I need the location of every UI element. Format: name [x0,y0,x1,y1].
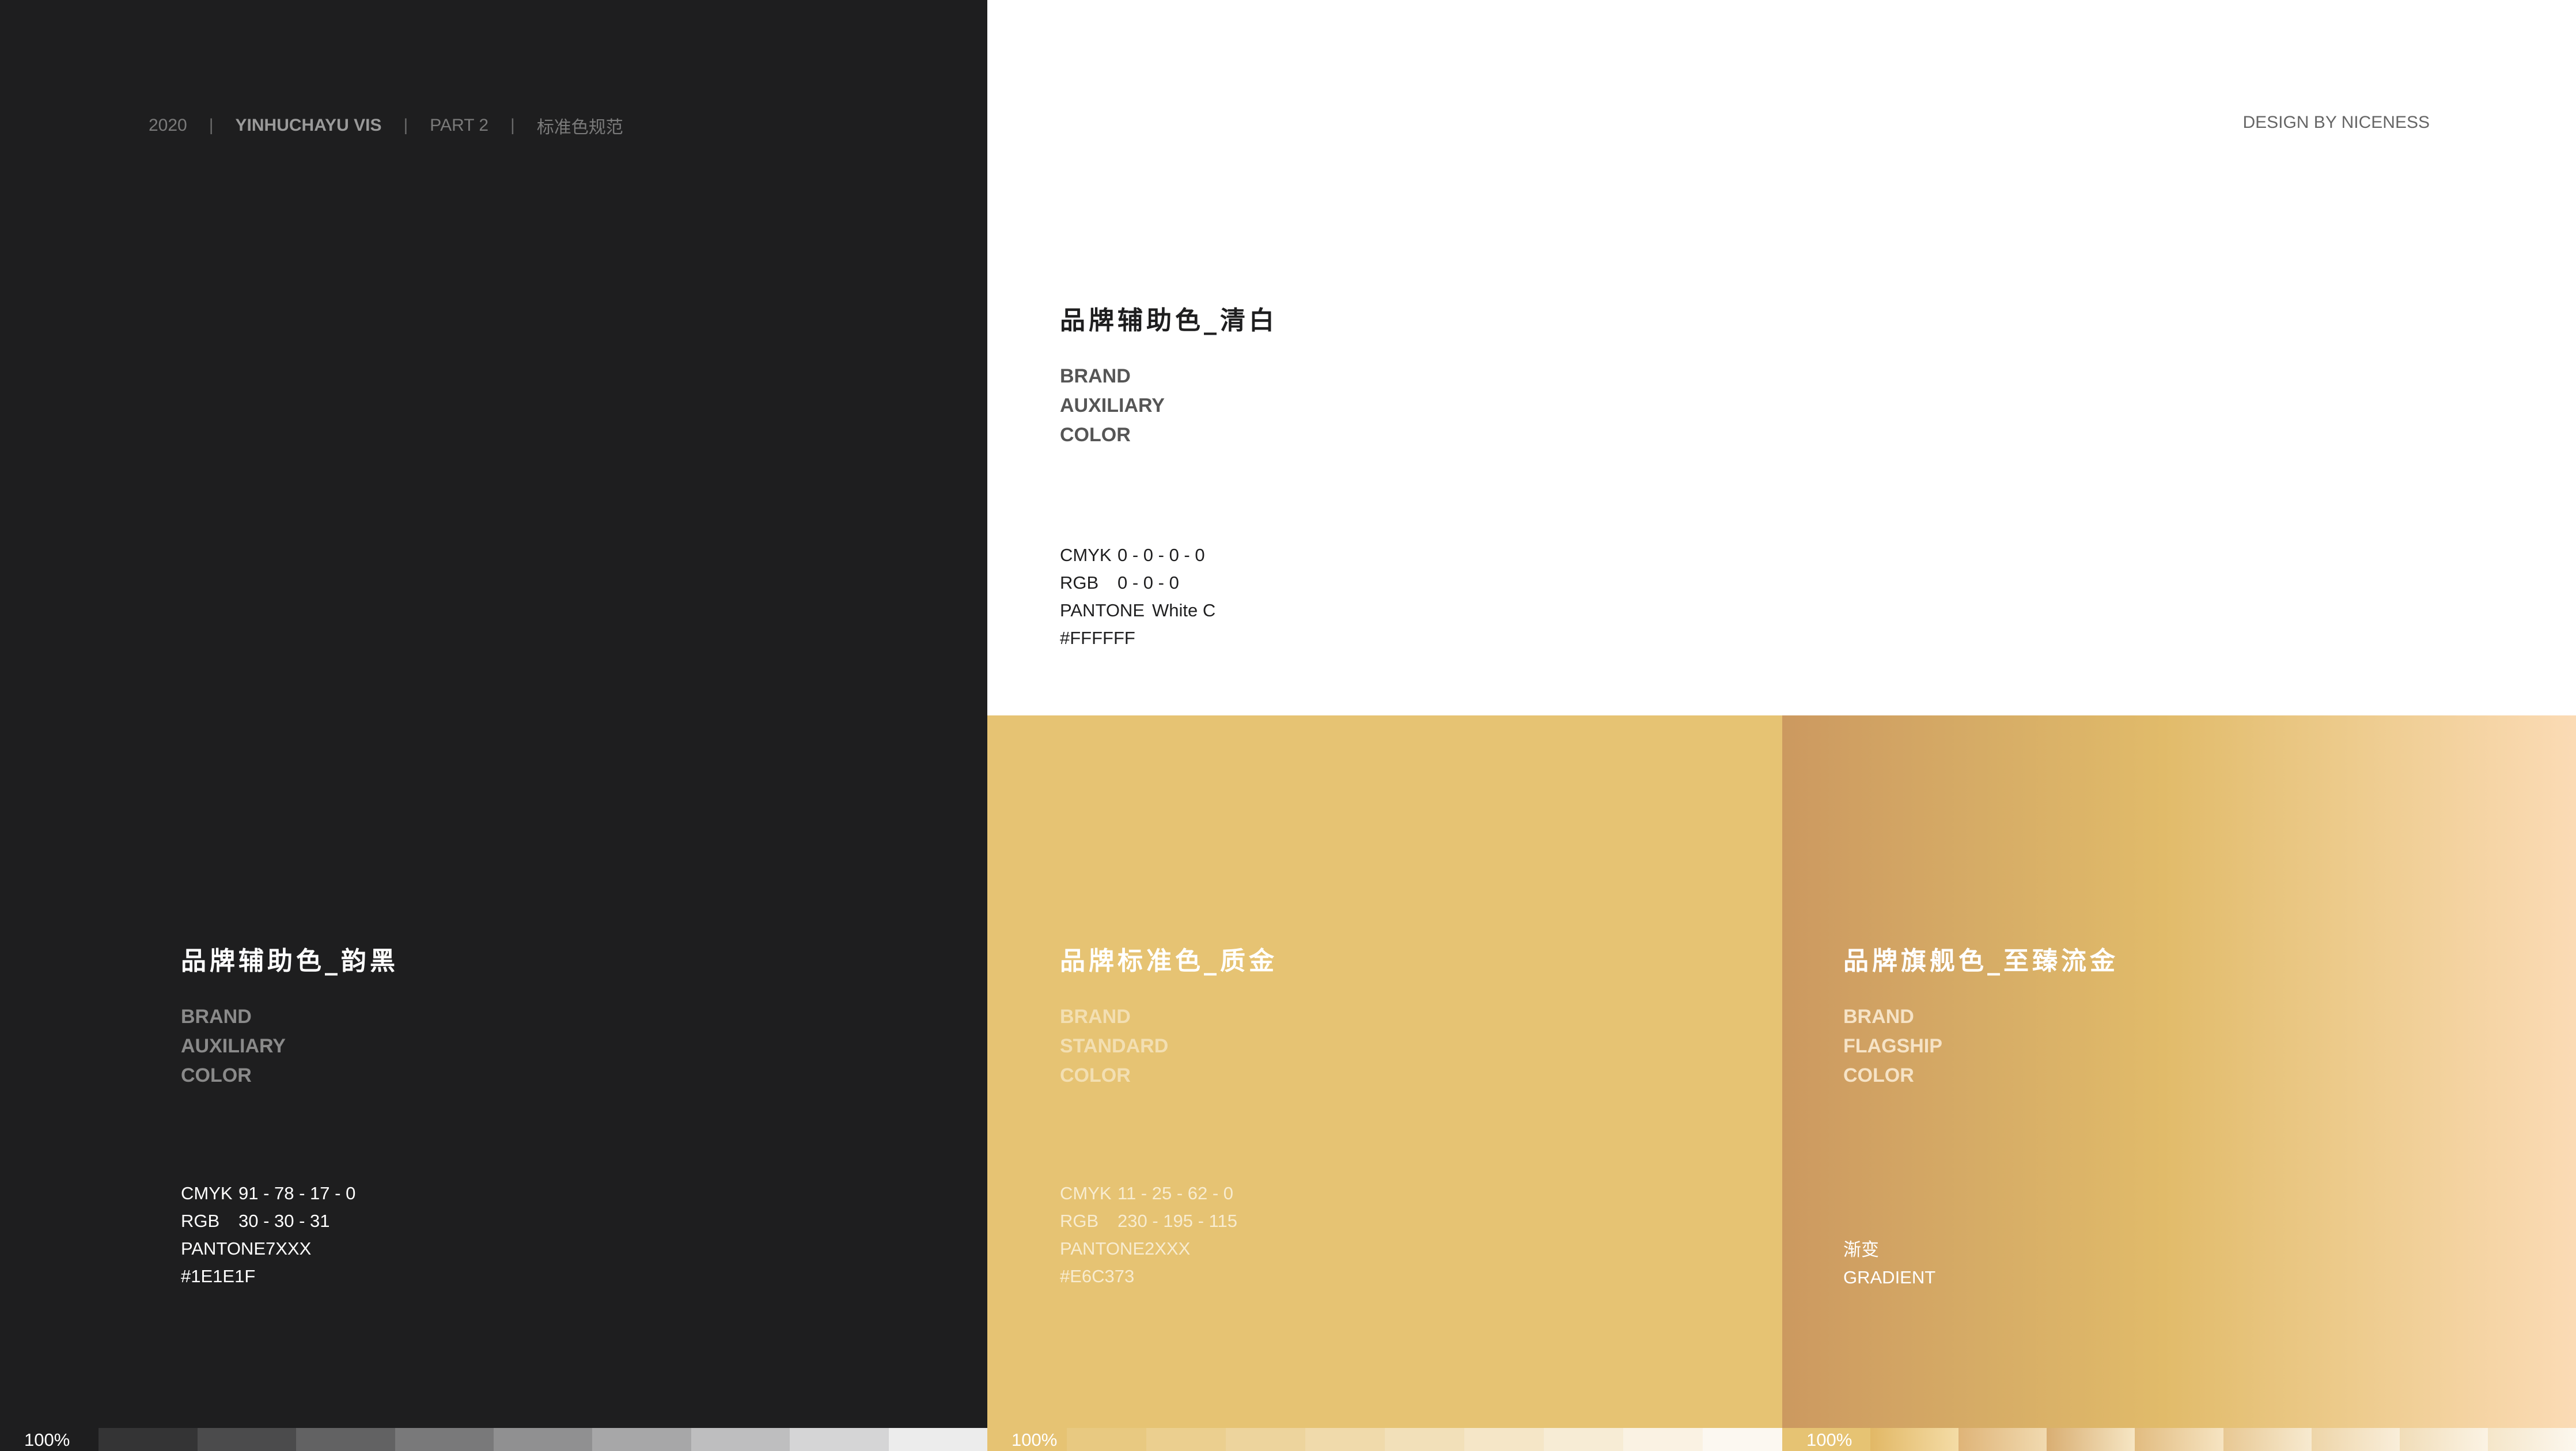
tint-swatch [1305,1428,1385,1451]
tint-swatch [790,1428,889,1451]
gradient-color-specs: 渐变 GRADIENT [1843,1236,1935,1291]
pantone-label: PANTONE [1060,600,1145,620]
gradient-color-label: BRAND FLAGSHIP COLOR [1843,1002,2119,1090]
tint-swatch [2135,1428,2223,1451]
white-color-specs: CMYK 0 - 0 - 0 - 0 RGB 0 - 0 - 0 PANTONE Wh… [1060,541,1215,652]
label-line: STANDARD [1060,1035,1169,1057]
tint-swatch [1226,1428,1305,1451]
label-line: COLOR [1060,424,1131,446]
rgb-value: RGB 30 - 30 - 31 [181,1207,355,1235]
cmyk-value: CMYK 11 - 25 - 62 - 0 [1060,1180,1237,1207]
pantone-value: PANTONE7XXX [181,1235,355,1263]
rgb-label: RGB [1060,573,1099,593]
gradient-type-cn: 渐变 [1843,1240,1879,1260]
tint-swatch [395,1428,494,1451]
tint-swatch [2311,1428,2400,1451]
white-color-label: BRAND AUXILIARY COLOR [1060,362,1278,450]
tint-swatch [2399,1428,2488,1451]
tint-swatch [1544,1428,1623,1451]
header-year: 2020 [149,116,187,135]
label-line: BRAND [1843,1006,1914,1028]
header-separator: | [209,116,214,135]
header-section: 标准色规范 [536,118,623,137]
tint-swatch [1703,1428,1782,1451]
tint-swatch: 100% [0,1428,99,1451]
tint-swatch [1623,1428,1703,1451]
header-breadcrumb: 2020 | YINHUCHAYU VIS | PART 2 | 标准色规范 [149,113,623,138]
label-line: BRAND [181,1006,252,1028]
tint-swatch [1464,1428,1544,1451]
label-line: BRAND [1060,365,1131,387]
hex-value: #1E1E1F [181,1266,256,1286]
tint-swatch [1146,1428,1226,1451]
black-color-specs: CMYK 91 - 78 - 17 - 0 RGB 30 - 30 - 31 PAN… [181,1180,355,1290]
gold-color-label: BRAND STANDARD COLOR [1060,1002,1278,1090]
cmyk-label: CMYK [1060,545,1112,565]
hex-value: #E6C373 [1060,1266,1135,1286]
hex-value: #FFFFFF [1060,628,1135,648]
tint-swatch: 100% [1782,1428,1871,1451]
rgb-label: RGB [1060,1211,1099,1231]
label-line: COLOR [1060,1064,1131,1086]
header-part: PART 2 [430,116,489,135]
tint-swatch [691,1428,790,1451]
black-color-title: 品牌辅助色_韵黑 [181,946,399,976]
cmyk-label: CMYK [181,1183,233,1203]
label-line: COLOR [181,1064,252,1086]
label-line: AUXILIARY [1060,395,1165,416]
gold-color-title: 品牌标准色_质金 [1060,946,1278,976]
tint-swatch [888,1428,987,1451]
tint-swatch [493,1428,593,1451]
rgb-label: RGB [181,1211,220,1231]
pantone-value: PANTONE White C [1060,597,1215,624]
tint-swatch [592,1428,691,1451]
tint-percent-label: 100% [24,1430,70,1450]
header-separator: | [510,116,515,135]
tint-swatch [1870,1428,1959,1451]
tint-swatch [1958,1428,2047,1451]
gradient-tint-strip: 100% [1782,1428,2576,1451]
tint-swatch [197,1428,297,1451]
tint-swatch [99,1428,198,1451]
gradient-color-title: 品牌旗舰色_至臻流金 [1843,946,2119,976]
rgb-value: RGB 230 - 195 - 115 [1060,1207,1237,1235]
tint-swatch [1385,1428,1464,1451]
label-line: BRAND [1060,1006,1131,1028]
tint-swatch [2047,1428,2135,1451]
header-brand: YINHUCHAYU VIS [235,116,382,135]
black-tint-strip: 100% [0,1428,987,1451]
tint-swatch [2223,1428,2312,1451]
tint-percent-label: 100% [1806,1430,1853,1450]
tint-swatch: 100% [987,1428,1067,1451]
cmyk-value: CMYK 91 - 78 - 17 - 0 [181,1180,355,1207]
tint-swatch [1067,1428,1146,1451]
tint-swatch [2487,1428,2576,1451]
gold-tint-strip: 100% [987,1428,1782,1451]
pantone-label: PANTONE [1060,1238,1145,1259]
auxiliary-black-panel: 2020 | YINHUCHAYU VIS | PART 2 | 标准色规范 品… [0,0,987,1451]
pantone-value: PANTONE2XXX [1060,1235,1237,1263]
design-credit: DESIGN BY NICENESS [2242,113,2430,132]
pantone-label: PANTONE [181,1238,266,1259]
white-color-heading: 品牌辅助色_清白 BRAND AUXILIARY COLOR [1060,300,1278,450]
header-separator: | [403,116,408,135]
black-color-label: BRAND AUXILIARY COLOR [181,1002,399,1090]
label-line: COLOR [1843,1064,1914,1086]
label-line: AUXILIARY [181,1035,286,1057]
tint-swatch [296,1428,395,1451]
cmyk-value: CMYK 0 - 0 - 0 - 0 [1060,541,1215,569]
rgb-value: RGB 0 - 0 - 0 [1060,569,1215,597]
white-color-title: 品牌辅助色_清白 [1060,306,1278,335]
label-line: FLAGSHIP [1843,1035,1942,1057]
cmyk-label: CMYK [1060,1183,1112,1203]
gold-color-specs: CMYK 11 - 25 - 62 - 0 RGB 230 - 195 - 115 … [1060,1180,1237,1290]
black-color-heading: 品牌辅助色_韵黑 BRAND AUXILIARY COLOR [181,940,399,1090]
gradient-type-en: GRADIENT [1843,1267,1936,1287]
gold-color-heading: 品牌标准色_质金 BRAND STANDARD COLOR [1060,940,1278,1090]
tint-percent-label: 100% [1012,1430,1058,1450]
gradient-color-heading: 品牌旗舰色_至臻流金 BRAND FLAGSHIP COLOR [1843,940,2119,1090]
